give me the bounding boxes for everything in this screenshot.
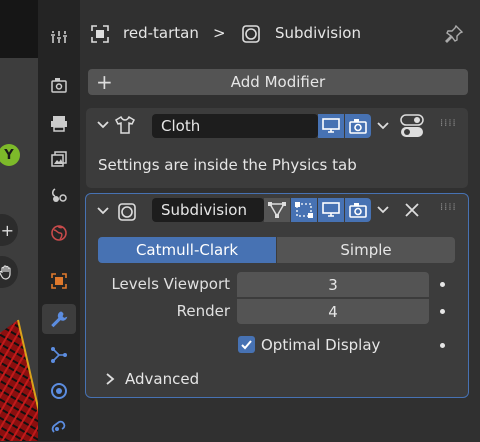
add-icon: + — [96, 70, 113, 94]
cloth-name-value: Cloth — [161, 117, 201, 135]
shirt-icon — [115, 115, 135, 134]
tab-world[interactable] — [42, 218, 76, 248]
tartan-mesh — [0, 319, 38, 441]
constraints-icon — [51, 420, 66, 433]
levels-viewport-field[interactable]: 3 — [237, 272, 429, 297]
render-icon — [51, 78, 67, 93]
object-icon — [51, 273, 67, 289]
subdivision-modifier-panel: Subdivision ⁞⁞⁞⁞ Catmull-Clark Simple Le… — [85, 193, 469, 398]
advanced-section-toggle[interactable]: Advanced — [125, 370, 199, 388]
monitor-icon — [322, 202, 340, 217]
tab-output[interactable] — [42, 108, 76, 138]
toggle-switch-icon[interactable] — [400, 114, 424, 138]
chevron-down-icon[interactable] — [96, 204, 110, 218]
properties-tabs — [38, 0, 80, 441]
pin-icon[interactable] — [444, 24, 464, 44]
object-data-icon — [91, 25, 109, 43]
cloth-name-field[interactable]: Cloth — [152, 114, 318, 138]
tab-tool[interactable] — [42, 22, 76, 52]
camera-icon — [349, 203, 367, 218]
output-icon — [51, 116, 67, 132]
viewport-edge: Y + — [0, 0, 38, 441]
vertex-triangle-icon — [268, 202, 286, 218]
hand-icon — [0, 265, 11, 280]
add-modifier-button[interactable]: + Add Modifier — [88, 69, 468, 95]
tab-view-layer[interactable] — [42, 144, 76, 174]
chevron-down-icon[interactable] — [96, 118, 110, 132]
tab-modifiers[interactable] — [42, 304, 76, 334]
subdivision-render-toggle[interactable] — [345, 198, 371, 222]
optimal-display-keyframe-dot[interactable] — [440, 343, 445, 348]
levels-viewport-value: 3 — [328, 275, 338, 294]
mode-simple-button[interactable]: Simple — [277, 237, 455, 263]
drag-handle-icon[interactable]: ⁞⁞⁞⁞ — [440, 202, 457, 213]
axis-gizmo-y-label: Y — [4, 147, 14, 163]
zoom-plus-icon: + — [0, 220, 14, 240]
mode-simple-label: Simple — [340, 241, 392, 259]
breadcrumb-object[interactable]: red-tartan — [123, 24, 199, 42]
levels-viewport-label: Levels Viewport — [111, 275, 230, 293]
breadcrumb-modifier[interactable]: Subdivision — [275, 24, 361, 42]
cloth-dropdown-icon[interactable] — [376, 119, 390, 133]
tab-constraints[interactable] — [42, 412, 76, 442]
subdivision-viewport-toggle[interactable] — [318, 198, 344, 222]
add-modifier-label: Add Modifier — [230, 73, 326, 91]
wrench-icon — [51, 311, 68, 328]
tab-scene[interactable] — [42, 180, 76, 210]
subdivision-dropdown-icon[interactable] — [376, 203, 390, 217]
drag-handle-icon[interactable]: ⁞⁞⁞⁞ — [440, 118, 457, 129]
tool-icon — [51, 31, 67, 43]
subdivision-modifier-header: Subdivision ⁞⁞⁞⁞ — [86, 194, 468, 228]
render-levels-value: 4 — [328, 302, 338, 321]
subdivision-icon — [118, 203, 136, 221]
tab-render[interactable] — [42, 70, 76, 100]
subdivision-name-value: Subdivision — [161, 201, 247, 219]
subdivision-name-field[interactable]: Subdivision — [152, 198, 264, 222]
close-icon[interactable] — [404, 202, 420, 218]
tab-particles[interactable] — [42, 340, 76, 370]
scene-icon — [51, 188, 67, 202]
render-keyframe-dot[interactable] — [440, 309, 445, 314]
chevron-right-icon[interactable] — [104, 372, 116, 386]
breadcrumb: red-tartan > Subdivision — [80, 12, 480, 56]
optimal-display-checkbox[interactable] — [238, 336, 255, 353]
tab-object[interactable] — [42, 266, 76, 296]
physics-icon — [51, 383, 67, 399]
modifier-icon — [242, 25, 260, 43]
checkmark-icon — [241, 340, 252, 350]
cloth-modifier-header: Cloth ⁞⁞⁞⁞ — [86, 108, 468, 142]
monitor-icon — [322, 118, 340, 133]
view-layer-icon — [51, 151, 67, 167]
render-label: Render — [176, 302, 230, 320]
subdivision-editmode-toggle[interactable] — [291, 198, 317, 222]
mode-catmull-clark-button[interactable]: Catmull-Clark — [98, 237, 276, 263]
cloth-info-text: Settings are inside the Physics tab — [98, 156, 357, 174]
particles-icon — [51, 347, 67, 363]
cloth-modifier-panel: Cloth ⁞⁞⁞⁞ Settings are inside the Physi… — [86, 108, 468, 188]
optimal-display-label[interactable]: Optimal Display — [261, 336, 380, 354]
cloth-viewport-toggle[interactable] — [318, 114, 344, 138]
levels-viewport-keyframe-dot[interactable] — [440, 282, 445, 287]
tab-physics[interactable] — [42, 376, 76, 406]
subdivision-cage-toggle[interactable] — [264, 198, 290, 222]
render-levels-field[interactable]: 4 — [237, 298, 429, 324]
breadcrumb-separator: > — [213, 24, 226, 42]
mode-catmull-clark-label: Catmull-Clark — [135, 241, 239, 259]
world-icon — [51, 225, 67, 241]
modifier-properties-panel: red-tartan > Subdivision + Add Modifier … — [80, 0, 480, 441]
edit-mode-icon — [295, 202, 313, 218]
viewport-background — [0, 0, 38, 58]
camera-icon — [349, 119, 367, 134]
cloth-render-toggle[interactable] — [345, 114, 371, 138]
